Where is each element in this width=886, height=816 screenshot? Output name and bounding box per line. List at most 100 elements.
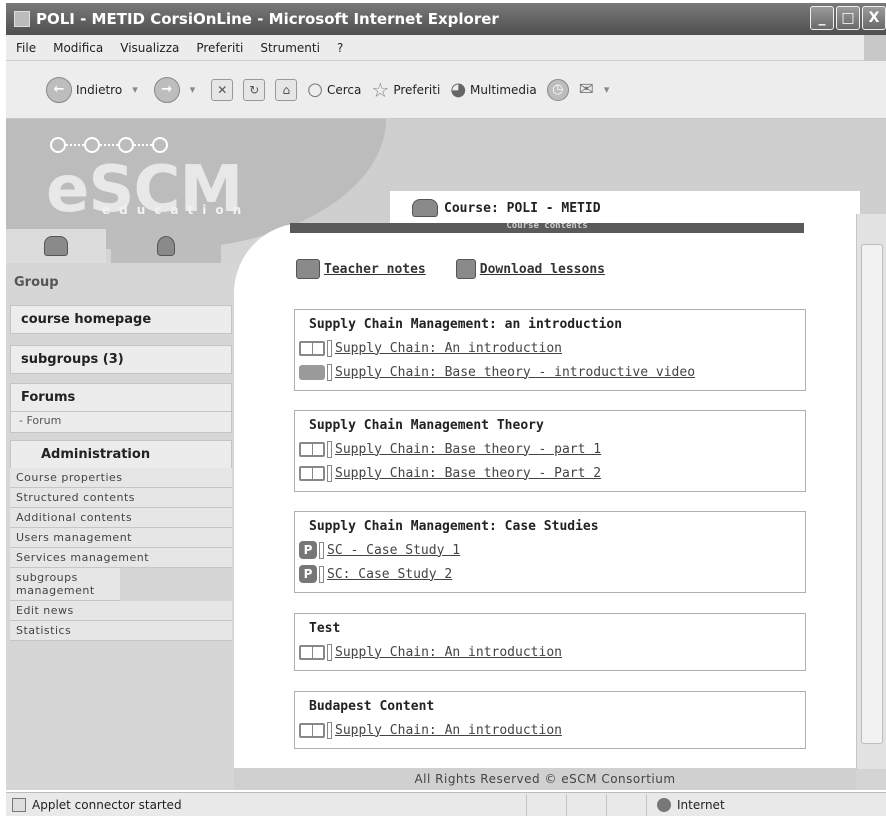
administration-heading: Administration [41, 447, 151, 462]
content-link[interactable]: Supply Chain: Base theory - Part 2 [335, 466, 601, 481]
multimedia-button[interactable]: ◕ Multimedia [450, 79, 536, 100]
maximize-button[interactable]: □ [836, 6, 860, 30]
sidebar-item-additional-contents[interactable]: Additional contents [10, 508, 232, 528]
vertical-scrollbar[interactable] [856, 214, 886, 769]
window-title: POLI - METID CorsiOnLine - Microsoft Int… [36, 10, 499, 28]
content-link[interactable]: SC - Case Study 1 [327, 543, 460, 558]
menu-bar: File Modifica Visualizza Preferiti Strum… [6, 35, 886, 61]
search-label: Cerca [326, 82, 362, 97]
logo-subtitle: education [102, 203, 251, 217]
menu-visualizza[interactable]: Visualizza [120, 41, 179, 55]
scroll-thumb[interactable] [861, 244, 883, 744]
content-link[interactable]: Supply Chain: Base theory - introductive… [335, 365, 695, 380]
menu-help[interactable]: ? [337, 41, 343, 55]
sidebar-item-forum[interactable]: - Forum [11, 412, 231, 429]
search-button[interactable]: ○ Cerca [307, 79, 361, 100]
content-card [234, 223, 856, 771]
sidebar-item-users-management[interactable]: Users management [10, 528, 232, 548]
download-lessons-icon [455, 259, 476, 279]
sidebar-item-subgroups[interactable]: subgroups (3) [10, 345, 232, 374]
menu-file[interactable]: File [16, 41, 36, 55]
list-item: Supply Chain: Base theory - Part 2 [295, 461, 797, 485]
mail-dropdown-icon: ▾ [603, 83, 610, 96]
video-icon [299, 364, 325, 380]
sidebar-item-edit-news[interactable]: Edit news [10, 601, 232, 621]
ie-icon [14, 11, 30, 27]
status-bar: Applet connector started Internet [6, 792, 886, 816]
sidebar-tabs [6, 229, 236, 263]
content-link[interactable]: SC: Case Study 2 [327, 567, 452, 582]
course-contents-bar: Course contents [290, 223, 804, 233]
content-section: Supply Chain Management: Case Studies P … [294, 511, 806, 593]
content-link[interactable]: Supply Chain: An introduction [335, 341, 562, 356]
group-icon [157, 236, 175, 256]
refresh-icon[interactable]: ↻ [243, 78, 266, 101]
list-item: Supply Chain: An introduction [295, 718, 797, 742]
content-link[interactable]: Supply Chain: An introduction [335, 645, 562, 660]
page-viewport: eSCM education Group course homepage sub… [6, 119, 886, 790]
course-tab-icon [412, 199, 438, 217]
book-icon [299, 644, 325, 660]
sidebar-item-course-homepage[interactable]: course homepage [10, 305, 232, 334]
star-icon: ☆ [371, 77, 390, 102]
back-label: Indietro [76, 82, 123, 97]
list-item: Supply Chain: An introduction [295, 336, 797, 360]
section-title: Supply Chain Management Theory [309, 418, 544, 433]
sidebar-item-statistics[interactable]: Statistics [10, 621, 232, 641]
back-button[interactable]: ← Indietro ▾ [46, 76, 144, 103]
history-icon[interactable]: ◷ [546, 78, 569, 101]
multimedia-label: Multimedia [470, 82, 537, 97]
menu-preferiti[interactable]: Preferiti [196, 41, 243, 55]
book-icon [299, 340, 325, 356]
teacher-notes-link[interactable]: Teacher notes [296, 259, 426, 279]
window-titlebar: POLI - METID CorsiOnLine - Microsoft Int… [6, 3, 886, 35]
sidebar-item-subgroups-management[interactable]: subgroups management [10, 568, 120, 601]
window-controls: _ □ X [810, 6, 886, 30]
content-section: Test Supply Chain: An introduction [294, 613, 806, 671]
page-status-icon [12, 797, 26, 812]
forward-button[interactable]: → ▾ [153, 76, 202, 103]
content-link[interactable]: Supply Chain: Base theory - part 1 [335, 442, 601, 457]
course-tab: Course: POLI - METID [390, 191, 860, 225]
list-item: P SC - Case Study 1 [295, 538, 797, 562]
administration-heading-box: Administration [10, 440, 232, 469]
tab-group[interactable] [111, 229, 221, 263]
administration-list: Course properties Structured contents Ad… [10, 468, 232, 641]
download-lessons-link[interactable]: Download lessons [455, 259, 605, 279]
sidebar-item-course-properties[interactable]: Course properties [10, 468, 232, 488]
content-link[interactable]: Supply Chain: An introduction [335, 723, 562, 738]
sidebar-item-structured-contents[interactable]: Structured contents [10, 488, 232, 508]
p-icon: P [299, 565, 317, 583]
close-button[interactable]: X [862, 6, 886, 30]
zone-label: Internet [677, 797, 725, 812]
stop-icon[interactable]: ✕ [211, 78, 234, 101]
forums-heading: Forums [11, 384, 231, 412]
home-icon[interactable]: ⌂ [275, 78, 298, 101]
menu-modifica[interactable]: Modifica [53, 41, 103, 55]
teacher-notes-icon [296, 259, 320, 279]
list-item: P SC: Case Study 2 [295, 562, 797, 586]
minimize-button[interactable]: _ [810, 6, 834, 30]
toolbar: ← Indietro ▾ → ▾ ✕ ↻ ⌂ ○ Cerca ☆ Preferi… [6, 61, 886, 119]
back-dropdown-icon[interactable]: ▾ [132, 83, 138, 96]
forward-dropdown-icon[interactable]: ▾ [190, 83, 196, 96]
book-icon [299, 722, 325, 738]
sidebar-item-services-management[interactable]: Services management [10, 548, 232, 568]
book-icon [299, 465, 325, 481]
tab-course[interactable] [6, 229, 106, 263]
course-actions: Teacher notes Download lessons [296, 259, 605, 279]
sidebar-forums-block: Forums - Forum [10, 383, 232, 433]
sidebar: Group course homepage subgroups (3) Foru… [6, 263, 236, 790]
list-item: Supply Chain: An introduction [295, 640, 797, 664]
security-zone: Internet [646, 793, 826, 816]
menu-strumenti[interactable]: Strumenti [260, 41, 320, 55]
favorites-button[interactable]: ☆ Preferiti [371, 78, 440, 102]
list-item: Supply Chain: Base theory - introductive… [295, 360, 797, 384]
list-item: Supply Chain: Base theory - part 1 [295, 437, 797, 461]
mail-button[interactable]: ✉ ▾ [579, 79, 616, 100]
multimedia-icon: ◕ [450, 79, 467, 100]
content-section: Supply Chain Management: an introduction… [294, 309, 806, 391]
logo-dots-icon [50, 137, 168, 153]
back-arrow-icon: ← [46, 76, 72, 103]
course-icon [44, 236, 68, 256]
